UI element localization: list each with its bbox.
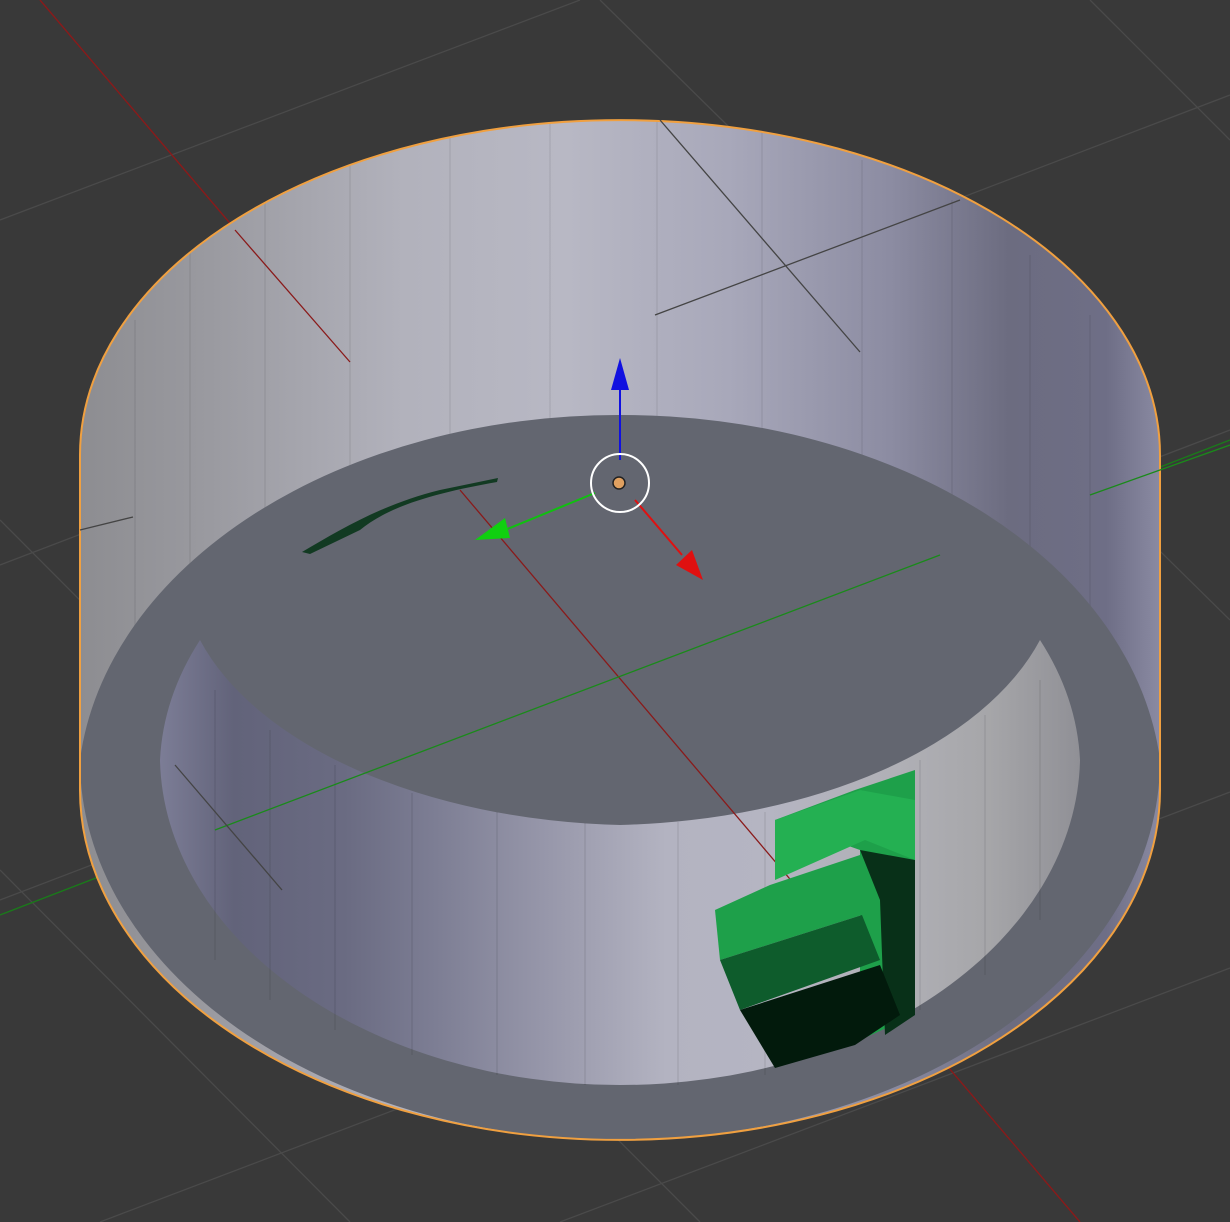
hollow-cylinder[interactable] bbox=[79, 119, 1161, 1141]
viewport-scene[interactable] bbox=[0, 0, 1230, 1222]
pivot-point bbox=[612, 476, 626, 490]
3d-viewport[interactable] bbox=[0, 0, 1230, 1222]
